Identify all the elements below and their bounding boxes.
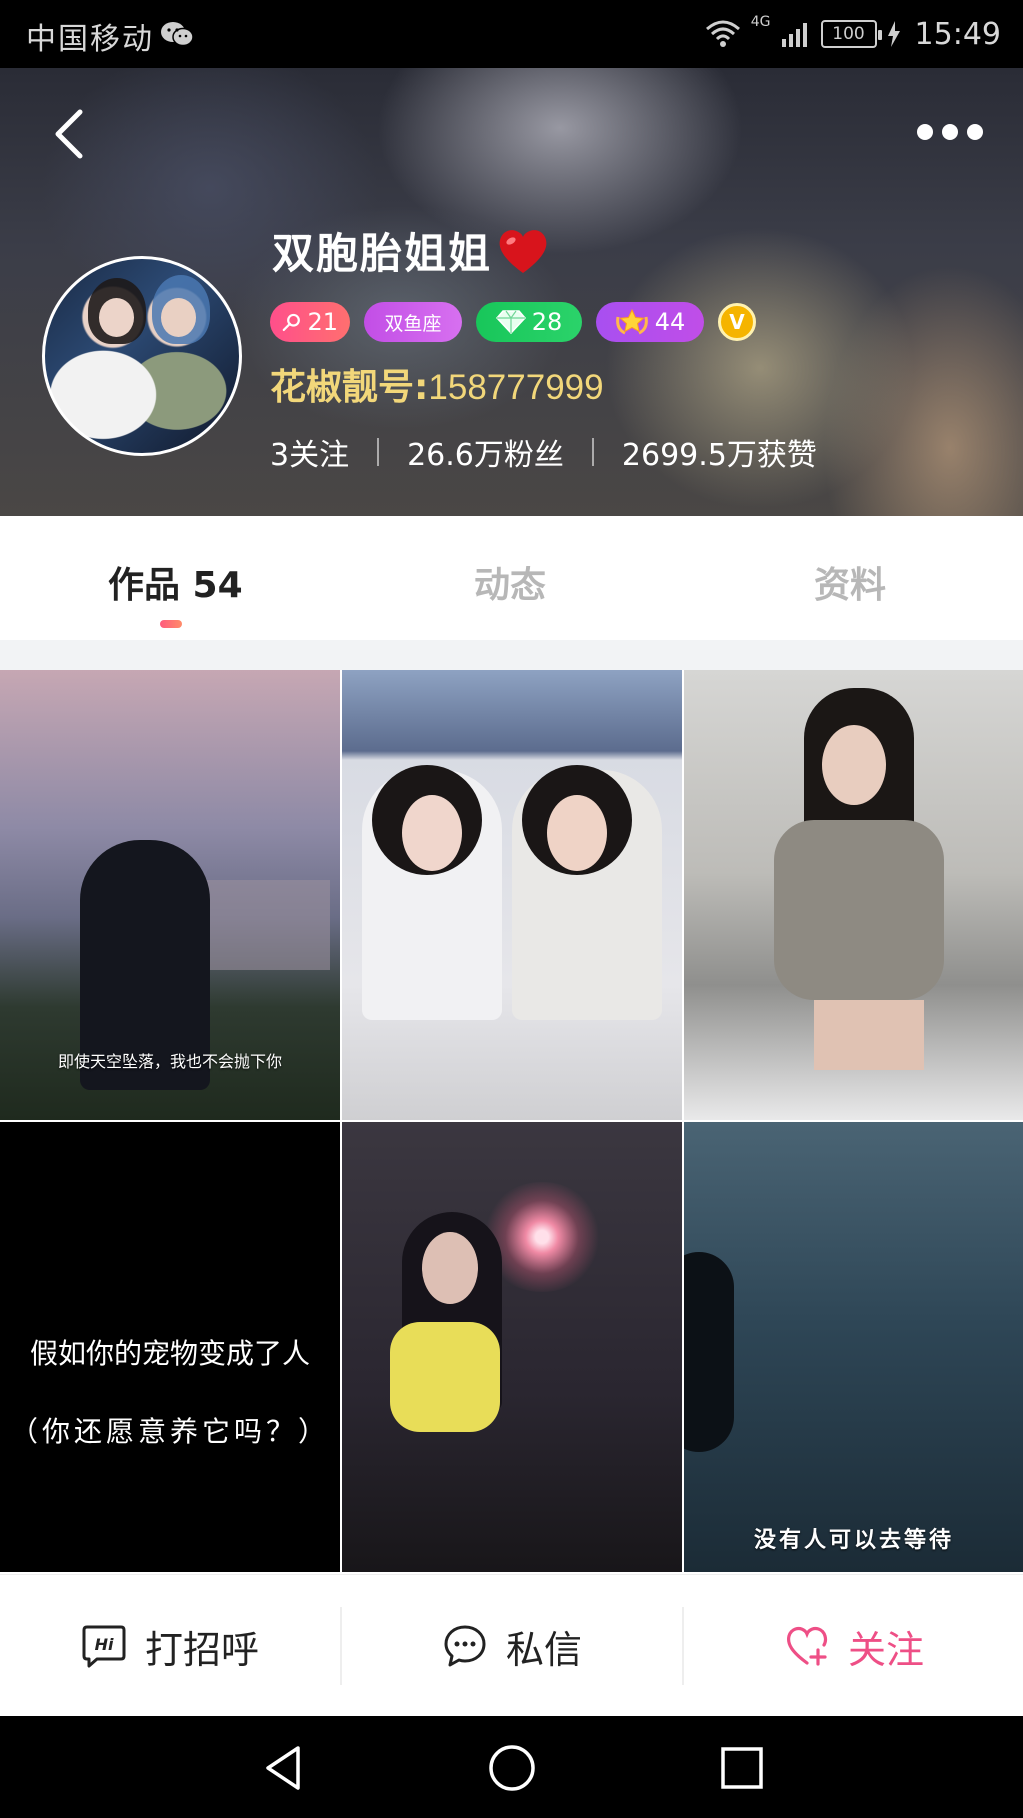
star-value: 44 [654,308,686,336]
wechat-icon [161,22,194,47]
status-indicators: 4G 100 15:49 [705,12,1001,56]
nav-back-icon[interactable] [258,1742,310,1794]
follow-label: 关注 [847,1627,924,1672]
carrier-label: 中国移动 [26,22,154,57]
follow-button[interactable]: 关注 [684,1575,1023,1717]
charging-icon [887,21,900,47]
likes-count: 2699.5万获赞 [621,438,817,473]
stats-divider [377,438,380,466]
clock: 15:49 [914,16,1001,52]
avatar[interactable] [42,256,242,456]
level-badge[interactable]: 21 [270,302,350,342]
status-bar: 中国移动 4G 100 15:49 [0,0,1023,68]
video-thumbnail[interactable]: 假如你的宠物变成了人 （你还愿意养它吗？） [0,1122,340,1572]
svg-text:Hi: Hi [95,1635,114,1654]
profile-tabs: 作品 54 动态 资料 [0,516,1023,640]
back-icon[interactable] [48,106,92,162]
huajiao-id-value: 158777999 [428,368,604,407]
system-nav-bar [0,1716,1023,1818]
tab-works[interactable]: 作品 54 [108,556,243,608]
video-thumbnail[interactable] [342,670,682,1120]
battery-level: 100 [832,24,865,44]
nav-recent-apps-icon[interactable] [716,1742,768,1794]
heart-plus-icon [786,1626,828,1666]
huajiao-id-label: 花椒靓号: [270,367,429,408]
wifi-icon [705,20,740,47]
verified-badge[interactable]: V [718,303,756,341]
hi-icon: Hi [82,1625,126,1668]
video-caption: （你还愿意养它吗？） [9,1415,330,1448]
gem-value: 28 [531,308,563,336]
video-caption: 即使天空坠落，我也不会抛下你 [57,1052,282,1071]
message-button[interactable]: 私信 [342,1575,682,1717]
nav-home-icon[interactable] [486,1742,538,1794]
video-thumbnail[interactable] [342,1122,682,1572]
following-count[interactable]: 3关注 [270,430,349,474]
zodiac-badge[interactable]: 双鱼座 [364,302,462,342]
more-options-icon[interactable] [917,120,983,144]
video-thumbnail[interactable] [684,670,1023,1120]
star-badge[interactable]: 44 [596,302,704,342]
level-value: 21 [307,308,338,336]
video-thumbnail[interactable]: 即使天空坠落，我也不会抛下你 [0,670,340,1120]
nickname-text: 双胞胎姐姐 [272,229,493,278]
badge-row: 21 双鱼座 28 44 V [270,302,756,342]
verified-icon: V [729,310,745,334]
section-divider [0,640,1023,670]
message-label: 私信 [505,1627,582,1672]
works-grid: 即使天空坠落，我也不会抛下你 假如你的宠物变成了人 （你还愿意养它吗？） 没有人… [0,670,1023,1574]
chat-bubble-icon [444,1625,486,1667]
huajiao-id: 花椒靓号: 158777999 [270,358,604,410]
profile-header: 双胞胎姐姐 21 双鱼座 28 44 V 花椒靓号: 158777999 3关注… [0,68,1023,516]
profile-nickname: 双胞胎姐姐 [272,220,550,281]
video-caption: 没有人可以去等待 [753,1528,954,1553]
tab-info[interactable]: 资料 [814,556,886,608]
signal-icon [781,23,807,47]
zodiac-value: 双鱼座 [384,312,442,335]
battery-icon: 100 [820,20,882,48]
greet-button[interactable]: Hi 打招呼 [0,1575,340,1717]
action-bar: Hi 打招呼 私信 关注 [0,1574,1023,1716]
video-caption: 假如你的宠物变成了人 [29,1337,310,1370]
profile-stats: 3关注 26.6万粉丝 2699.5万获赞 [270,430,817,474]
stats-divider [591,438,594,466]
greet-label: 打招呼 [144,1627,259,1672]
heart-icon [499,229,547,273]
active-tab-indicator [160,620,182,628]
network-type: 4G [750,14,771,30]
star-icon [615,308,648,335]
level-icon [282,313,300,332]
video-thumbnail[interactable]: 没有人可以去等待 [684,1122,1023,1572]
gem-badge[interactable]: 28 [476,302,582,342]
diamond-icon [495,310,526,334]
fans-count[interactable]: 26.6万粉丝 [407,430,564,474]
tab-dynamic[interactable]: 动态 [474,556,546,608]
